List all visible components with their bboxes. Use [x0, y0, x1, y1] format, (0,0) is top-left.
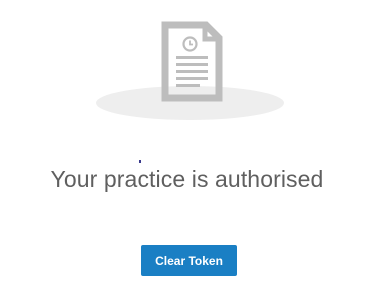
illustration: [0, 0, 374, 130]
shadow-ellipse: [96, 86, 284, 120]
document-illustration: [96, 21, 284, 120]
authorisation-status-panel: Your practice is authorised Clear Token: [0, 0, 374, 305]
clear-token-button[interactable]: Clear Token: [141, 245, 237, 276]
authorised-status-message: Your practice is authorised: [50, 166, 324, 192]
